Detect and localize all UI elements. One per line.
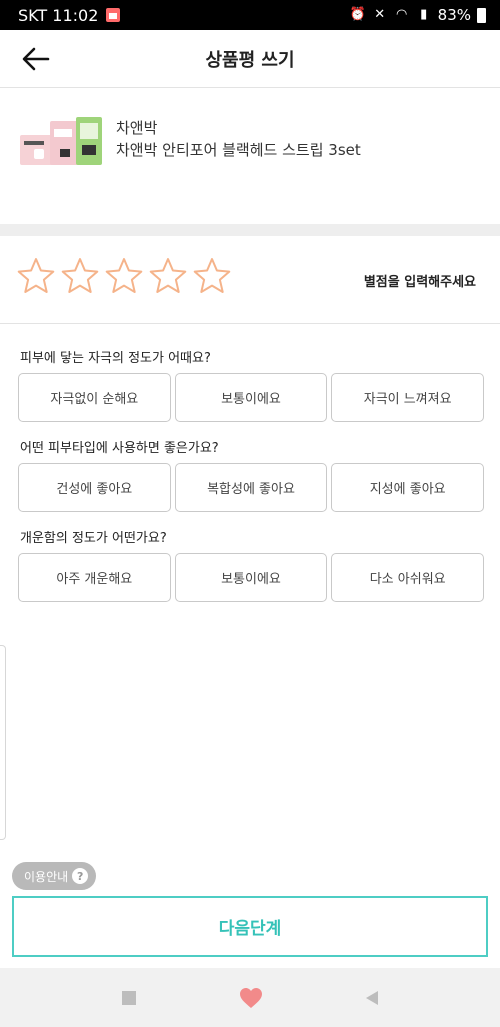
signal-icon: ▮ xyxy=(420,7,428,22)
section-divider xyxy=(0,224,500,236)
back-nav-icon[interactable] xyxy=(366,990,379,1005)
option-refresh-very[interactable]: 아주 개운해요 xyxy=(18,553,171,602)
options-skin-type: 건성에 좋아요 복합성에 좋아요 지성에 좋아요 xyxy=(18,463,485,512)
rating-hint: 별점을 입력해주세요 xyxy=(363,275,476,290)
calendar-icon xyxy=(106,8,121,22)
star-icon-5[interactable] xyxy=(192,256,232,296)
star-icon-4[interactable] xyxy=(148,256,188,296)
option-irritation-normal[interactable]: 보통이에요 xyxy=(174,373,328,422)
product-image xyxy=(20,117,102,165)
option-refresh-lacking[interactable]: 다소 아쉬워요 xyxy=(331,553,485,602)
usage-info-label: 이용안내 xyxy=(24,869,69,884)
heart-icon[interactable] xyxy=(239,987,263,1009)
options-refreshing: 아주 개운해요 보통이에요 다소 아쉬워요 xyxy=(18,553,485,602)
back-button[interactable] xyxy=(20,44,52,74)
help-icon: ? xyxy=(72,868,89,884)
option-skin-combination[interactable]: 복합성에 좋아요 xyxy=(174,463,328,512)
option-refresh-normal[interactable]: 보통이에요 xyxy=(174,553,328,602)
star-rating-section: 별점을 입력해주세요 xyxy=(0,236,500,324)
options-irritation: 자극없이 순해요 보통이에요 자극이 느껴져요 xyxy=(18,373,485,422)
option-skin-oily[interactable]: 지성에 좋아요 xyxy=(331,463,485,512)
wifi-icon: ◠ xyxy=(395,7,408,22)
star-rating xyxy=(16,256,232,296)
usage-info-button[interactable]: 이용안내 ? xyxy=(12,862,97,890)
alarm-icon: ⏰ xyxy=(349,7,366,22)
option-irritation-irritating[interactable]: 자극이 느껴져요 xyxy=(331,373,485,422)
system-nav-bar xyxy=(0,968,500,1027)
star-icon-1[interactable] xyxy=(16,256,56,296)
battery-icon xyxy=(477,7,486,23)
recent-apps-icon[interactable] xyxy=(121,990,136,1005)
product-summary: 차앤박 차앤박 안티포어 블랙헤드 스트립 3set xyxy=(0,89,500,224)
question-irritation: 피부에 닿는 자극의 정도가 어때요? xyxy=(20,351,211,366)
side-drawer-handle[interactable] xyxy=(0,645,6,840)
product-brand: 차앤박 xyxy=(116,119,158,137)
status-carrier-time: SKT 11:02 xyxy=(18,5,99,25)
mute-icon: ✕ xyxy=(374,7,386,22)
question-skin-type: 어떤 피부타입에 사용하면 좋은가요? xyxy=(20,441,219,456)
product-name: 차앤박 안티포어 블랙헤드 스트립 3set xyxy=(116,141,361,159)
app-header: 상품평 쓰기 xyxy=(0,30,500,88)
back-arrow-icon xyxy=(22,47,50,71)
option-skin-dry[interactable]: 건성에 좋아요 xyxy=(18,463,171,512)
star-icon-2[interactable] xyxy=(60,256,100,296)
star-icon-3[interactable] xyxy=(104,256,144,296)
option-irritation-gentle[interactable]: 자극없이 순해요 xyxy=(18,373,171,422)
status-bar: SKT 11:02 ⏰ ✕ ◠ ▮ 83% xyxy=(0,0,500,30)
page-title: 상품평 쓰기 xyxy=(205,49,295,71)
question-refreshing: 개운함의 정도가 어떤가요? xyxy=(20,531,167,546)
battery-percent: 83% xyxy=(437,6,471,24)
next-step-button[interactable]: 다음단계 xyxy=(12,896,488,957)
